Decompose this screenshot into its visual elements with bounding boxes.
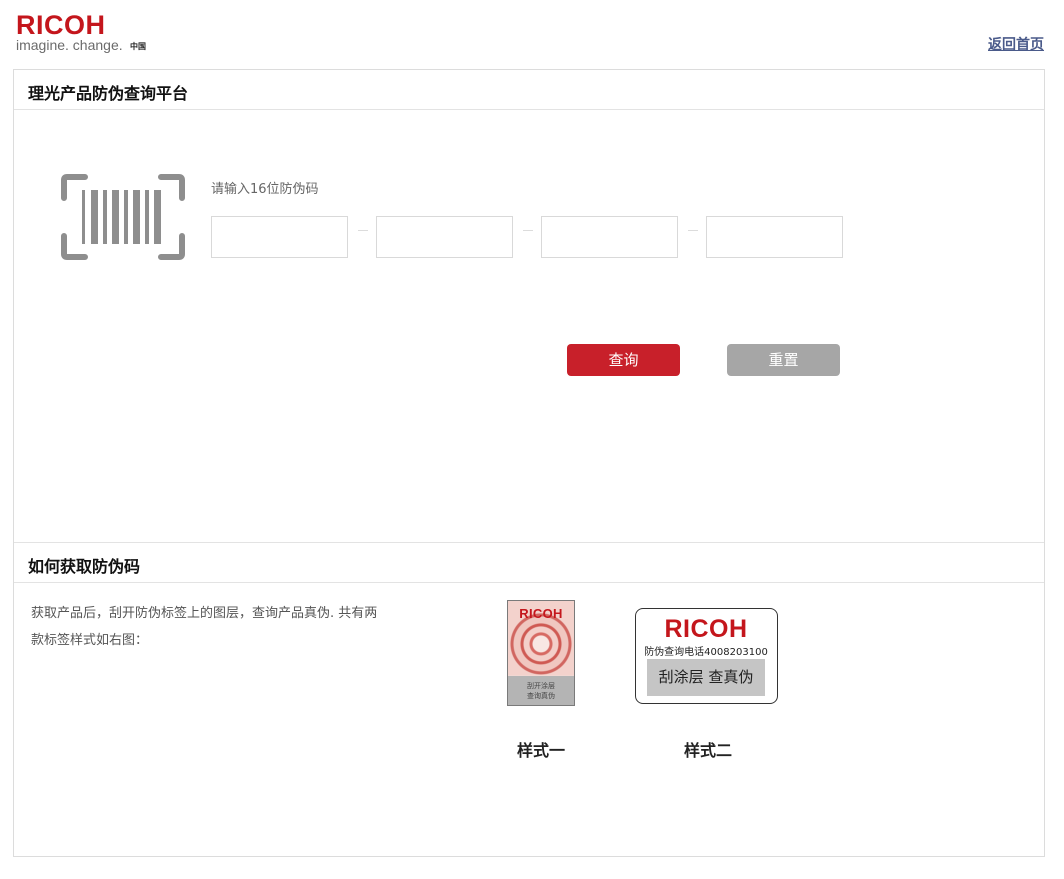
help-section-header: 如何获取防伪码 [14, 542, 1044, 583]
style-one-caption: 样式一 [517, 741, 566, 760]
code-input-label: 请输入16位防伪码 [211, 182, 319, 197]
separator-dash [523, 230, 533, 231]
barcode-icon [61, 174, 185, 260]
code-input-2[interactable] [376, 216, 513, 258]
help-description: 获取产品后，刮开防伪标签上的图层，查询产品真伪. 共有两款标签样式如右图： [31, 606, 378, 648]
region-label: 中国 [130, 42, 146, 51]
code-input-3[interactable] [541, 216, 678, 258]
code-input-1[interactable] [211, 216, 348, 258]
page-header: RICOH imagine. change. 中国 返回首页 [0, 0, 1064, 68]
logo-wordmark: RICOH [16, 10, 106, 40]
query-section-header: 理光产品防伪查询平台 [14, 70, 1044, 110]
label-style-one-image: RICOH 刮开涂层 查询真伪 [507, 600, 575, 706]
query-button[interactable]: 查询 [567, 344, 680, 376]
label-one-scratch-text-2: 查询真伪 [527, 692, 555, 700]
separator-dash [358, 230, 368, 231]
label-style-two-image: RICOH 防伪查询电话4008203100 刮涂层 查真伪 [635, 608, 778, 704]
label-two-brand: RICOH [664, 615, 748, 643]
separator-dash [688, 230, 698, 231]
query-section-title: 理光产品防伪查询平台 [28, 84, 189, 103]
logo-tagline: imagine. change. [16, 37, 123, 53]
style-two-caption: 样式二 [684, 741, 733, 760]
label-one-brand: RICOH [519, 606, 563, 621]
label-one-scratch-text-1: 刮开涂层 [527, 682, 555, 690]
help-section-title: 如何获取防伪码 [28, 557, 141, 576]
reset-button[interactable]: 重置 [727, 344, 840, 376]
ricoh-logo[interactable]: RICOH imagine. change. [16, 10, 123, 54]
label-two-phone: 防伪查询电话4008203100 [644, 647, 768, 658]
back-home-link[interactable]: 返回首页 [988, 34, 1044, 54]
label-two-scratch-area: 刮涂层 查真伪 [647, 659, 765, 696]
code-input-4[interactable] [706, 216, 843, 258]
main-panel: 理光产品防伪查询平台 请输入16位防伪码 查询 重置 如何获取防伪码 获取产品后… [13, 69, 1045, 857]
label-one-scratch-area: 刮开涂层 查询真伪 [508, 676, 574, 705]
